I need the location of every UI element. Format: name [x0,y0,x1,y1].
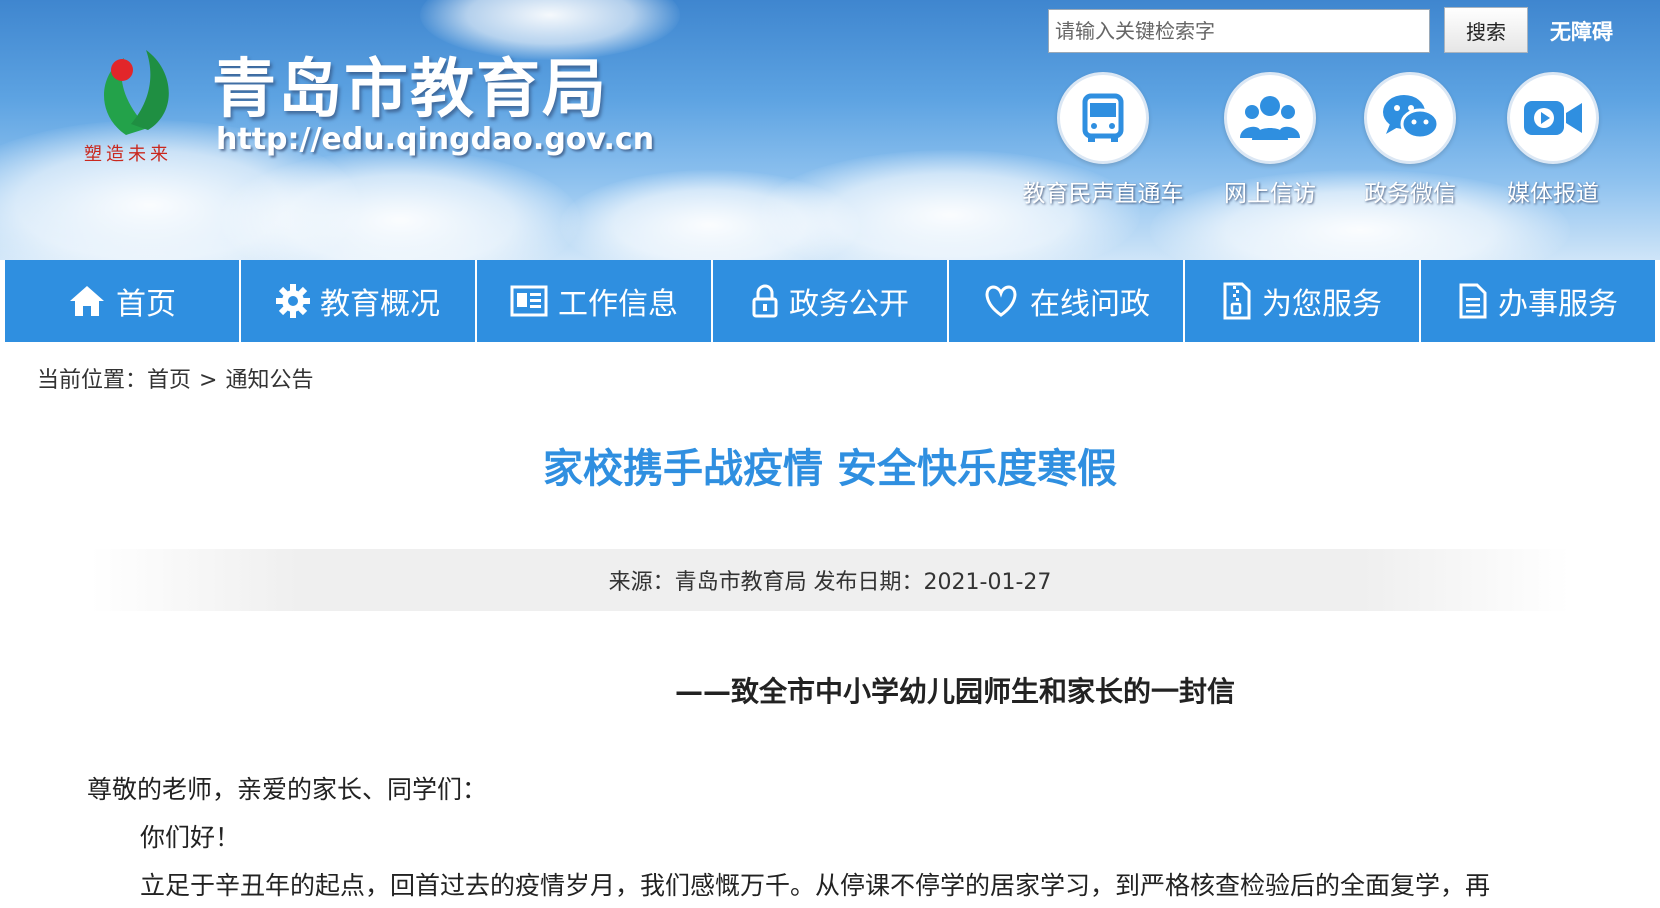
nav-item-home[interactable]: 首页 [5,260,241,342]
site-title: 青岛市教育局 [212,53,608,127]
breadcrumb-home-link[interactable]: 首页 [147,368,191,393]
quick-link-wechat[interactable]: 政务微信 [1345,72,1475,208]
breadcrumb-current-link[interactable]: 通知公告 [225,368,313,393]
breadcrumb-prefix: 当前位置： [37,368,148,393]
nav-item-overview[interactable]: 教育概况 [241,260,477,342]
quick-link-label: 政务微信 [1364,181,1456,207]
site-url[interactable]: http://edu.qingdao.gov.cn [216,122,654,157]
article-meta: 来源：青岛市教育局 发布日期：2021-01-27 [90,549,1570,611]
quick-link-feedback[interactable]: 教育民声直通车 [1018,72,1188,208]
slogan: 塑造未来 [84,144,172,165]
nav-item-label: 政务公开 [789,287,909,322]
quick-link-label: 网上信访 [1224,181,1316,207]
breadcrumb: 当前位置：首页 > 通知公告 [37,362,313,394]
article-title: 家校携手战疫情 安全快乐度寒假 [543,446,1117,492]
article-paragraph: 立足于辛丑年的起点，回首过去的疫情岁月，我们感慨万千。从停课不停学的居家学习，到… [140,871,1491,900]
nav-item-label: 在线问政 [1030,287,1150,322]
article-salutation: 尊敬的老师，亲爱的家长、同学们： [87,775,488,804]
article-subtitle: ——致全市中小学幼儿园师生和家长的一封信 [675,675,1236,708]
people-icon [1224,72,1316,164]
lock-icon [752,284,778,318]
article-greeting: 你们好！ [140,823,241,852]
nav-item-affairs[interactable]: 办事服务 [1421,260,1655,342]
search-input[interactable] [1048,9,1430,53]
article-meta-text: 来源：青岛市教育局 发布日期：2021-01-27 [608,570,1052,595]
nav-item-label: 办事服务 [1498,287,1618,322]
quick-link-label: 媒体报道 [1507,181,1599,207]
document-icon [1223,282,1251,320]
wechat-icon [1364,72,1456,164]
nav-item-label: 工作信息 [558,287,678,322]
site-header: 塑造未来 青岛市教育局 http://edu.qingdao.gov.cn 搜索… [0,0,1660,260]
home-icon [70,286,104,316]
search-button[interactable]: 搜索 [1444,7,1528,53]
nav-item-label: 首页 [116,287,176,322]
nav-item-work-info[interactable]: 工作信息 [477,260,713,342]
nav-item-gov-open[interactable]: 政务公开 [713,260,949,342]
accessibility-link[interactable]: 无障碍 [1550,16,1613,46]
nav-item-services[interactable]: 为您服务 [1185,260,1421,342]
newspaper-icon [510,285,548,317]
nav-item-online-inquiry[interactable]: 在线问政 [949,260,1185,342]
nav-item-label: 教育概况 [320,287,440,322]
quick-link-label: 教育民声直通车 [1022,181,1184,207]
main-nav: 首页 教育概况 工作信息 政务公开 在线问政 为您服务 办事服务 [5,260,1655,342]
file-icon [1459,283,1487,319]
gear-icon [276,284,310,318]
quick-link-media[interactable]: 媒体报道 [1488,72,1618,208]
video-icon [1507,72,1599,164]
bus-icon [1057,72,1149,164]
nav-item-label: 为您服务 [1262,287,1382,322]
heart-icon [985,285,1017,317]
quick-link-petition[interactable]: 网上信访 [1210,72,1330,208]
breadcrumb-separator: > [199,368,218,393]
